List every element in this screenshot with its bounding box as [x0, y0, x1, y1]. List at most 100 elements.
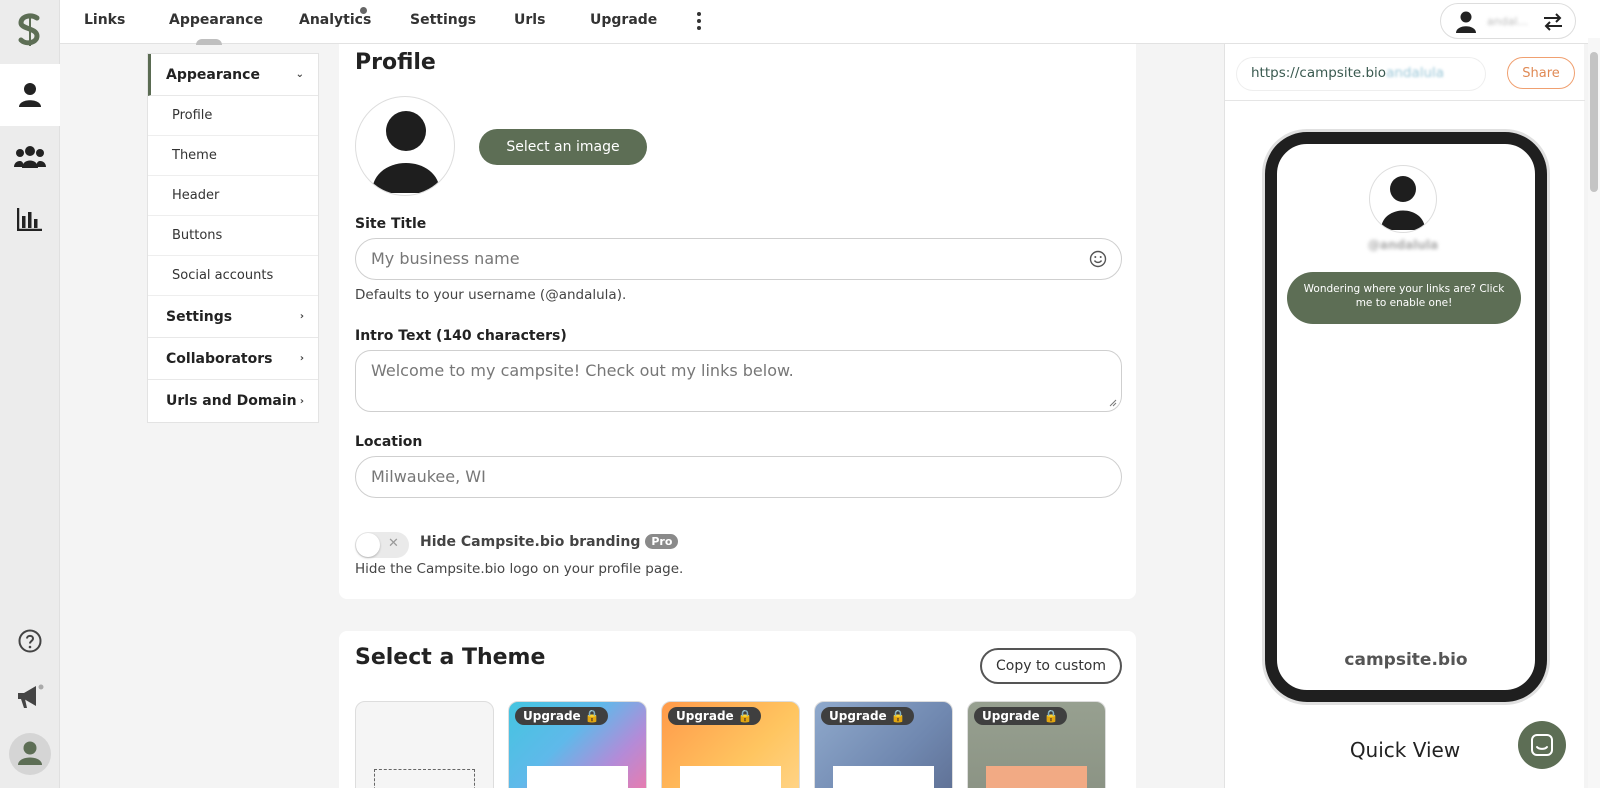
subnav-collaborators[interactable]: Collaborators › [148, 338, 318, 380]
settings-subnav: Appearance ⌄ Profile Theme Header Button… [147, 53, 319, 423]
upgrade-label: Upgrade [523, 709, 581, 723]
url-prefix: https://campsite.bio [1251, 65, 1387, 81]
avatar-placeholder-icon [372, 111, 440, 193]
nav-urls[interactable]: Urls [514, 12, 545, 28]
intro-text-input[interactable]: Welcome to my campsite! Check out my lin… [355, 350, 1122, 412]
more-options-icon[interactable] [696, 12, 702, 32]
upgrade-badge: Upgrade 🔒 [668, 707, 761, 725]
nav-analytics[interactable]: Analytics [299, 12, 371, 28]
campsite-logo-icon[interactable] [10, 8, 50, 52]
site-title-label: Site Title [355, 216, 427, 232]
preview-panel: https://campsite.bioandalula Share @anda… [1224, 44, 1585, 788]
hide-branding-toggle[interactable]: ✕ [355, 532, 409, 558]
page-title: Profile [355, 50, 436, 75]
intro-text-placeholder: Welcome to my campsite! Check out my lin… [371, 361, 794, 380]
resize-handle-icon[interactable] [1109, 399, 1117, 407]
upgrade-label: Upgrade [982, 709, 1040, 723]
upgrade-label: Upgrade [829, 709, 887, 723]
chevron-down-icon: ⌄ [295, 69, 304, 80]
subnav-urls-domain-label: Urls and Domain [166, 393, 297, 409]
upgrade-badge: Upgrade 🔒 [515, 707, 608, 725]
nav-upgrade[interactable]: Upgrade [590, 12, 657, 28]
top-nav: Links Appearance Analytics Settings Urls… [60, 0, 1600, 45]
theme-option-gradient-orange[interactable]: Upgrade 🔒 [661, 701, 800, 788]
help-icon[interactable] [0, 616, 60, 666]
account-switcher[interactable]: andal... [1440, 3, 1576, 39]
subnav-item-profile[interactable]: Profile [148, 96, 318, 136]
pro-badge: Pro [645, 534, 679, 549]
announcements-icon[interactable] [0, 672, 60, 722]
subnav-collaborators-label: Collaborators [166, 350, 273, 367]
subnav-item-buttons[interactable]: Buttons [148, 216, 318, 256]
location-label: Location [355, 434, 423, 450]
theme-preview-button [680, 766, 781, 788]
site-title-hint: Defaults to your username (@andalula). [355, 287, 627, 303]
active-tab-indicator [196, 39, 222, 45]
hide-branding-text: Hide Campsite.bio branding [420, 534, 641, 550]
lock-icon: 🔒 [737, 709, 753, 723]
subnav-item-social-accounts[interactable]: Social accounts [148, 256, 318, 296]
chat-button[interactable] [1518, 721, 1566, 769]
divider [1225, 100, 1585, 101]
subnav-appearance-label: Appearance [166, 66, 260, 83]
subnav-item-header[interactable]: Header [148, 176, 318, 216]
team-nav-icon[interactable] [0, 126, 60, 188]
location-input[interactable]: Milwaukee, WI [355, 456, 1122, 498]
toggle-knob [356, 533, 380, 557]
switch-arrows-icon [1544, 13, 1562, 31]
profile-card: Profile Select an image Site Title My bu… [339, 44, 1136, 599]
theme-preview-button [527, 766, 628, 788]
nav-appearance[interactable]: Appearance [169, 12, 263, 28]
upgrade-badge: Upgrade 🔒 [821, 707, 914, 725]
page-scrollbar[interactable] [1588, 38, 1600, 788]
theme-option-custom[interactable] [355, 701, 494, 788]
subnav-appearance[interactable]: Appearance ⌄ [148, 54, 318, 96]
theme-option-olive[interactable]: Upgrade 🔒 [967, 701, 1106, 788]
lock-icon: 🔒 [890, 709, 906, 723]
nav-links[interactable]: Links [84, 12, 125, 28]
chevron-right-icon: › [299, 353, 304, 364]
profile-nav-icon[interactable] [0, 64, 60, 126]
url-username: andalula [1386, 65, 1445, 81]
preview-username: @andalula [1367, 238, 1439, 252]
location-placeholder: Milwaukee, WI [371, 467, 486, 486]
lock-icon: 🔒 [584, 709, 600, 723]
hide-branding-hint: Hide the Campsite.bio logo on your profi… [355, 561, 684, 577]
share-button[interactable]: Share [1507, 57, 1575, 89]
theme-option-gradient-slate[interactable]: Upgrade 🔒 [814, 701, 953, 788]
subnav-item-theme[interactable]: Theme [148, 136, 318, 176]
subnav-settings-label: Settings [166, 308, 233, 325]
theme-option-gradient-blue[interactable]: Upgrade 🔒 [508, 701, 647, 788]
campsite-brand: campsite.bio [1344, 650, 1468, 670]
enable-links-message[interactable]: Wondering where your links are? Click me… [1287, 272, 1521, 324]
profile-avatar[interactable] [355, 96, 455, 196]
avatar-placeholder-icon [1381, 176, 1425, 230]
theme-preview-button [833, 766, 934, 788]
account-avatar-icon [1456, 11, 1476, 33]
close-icon: ✕ [388, 536, 399, 551]
lock-icon: 🔒 [1043, 709, 1059, 723]
copy-to-custom-button[interactable]: Copy to custom [980, 648, 1122, 684]
scrollbar-thumb[interactable] [1590, 52, 1598, 192]
chevron-right-icon: › [299, 311, 304, 322]
emoji-icon[interactable] [1089, 250, 1107, 268]
hide-branding-label: Hide Campsite.bio branding Pro [420, 534, 679, 550]
upgrade-badge: Upgrade 🔒 [974, 707, 1067, 725]
subnav-urls-domain[interactable]: Urls and Domain › [148, 380, 318, 422]
profile-url[interactable]: https://campsite.bioandalula [1237, 58, 1485, 90]
user-account-icon[interactable] [0, 726, 60, 782]
theme-preview-button [374, 769, 475, 788]
upgrade-label: Upgrade [676, 709, 734, 723]
account-username: andal... [1487, 15, 1528, 28]
theme-preview-button [986, 766, 1087, 788]
theme-card: Select a Theme Copy to custom Upgrade 🔒 … [339, 631, 1136, 788]
select-image-button[interactable]: Select an image [479, 129, 647, 165]
intro-text-label: Intro Text (140 characters) [355, 328, 567, 344]
subnav-settings[interactable]: Settings › [148, 296, 318, 338]
chevron-right-icon: › [299, 395, 304, 407]
nav-settings[interactable]: Settings [410, 12, 476, 28]
theme-section-title: Select a Theme [355, 645, 546, 670]
site-title-input[interactable]: My business name [355, 238, 1122, 280]
left-rail [0, 0, 60, 788]
analytics-nav-icon[interactable] [0, 188, 60, 250]
